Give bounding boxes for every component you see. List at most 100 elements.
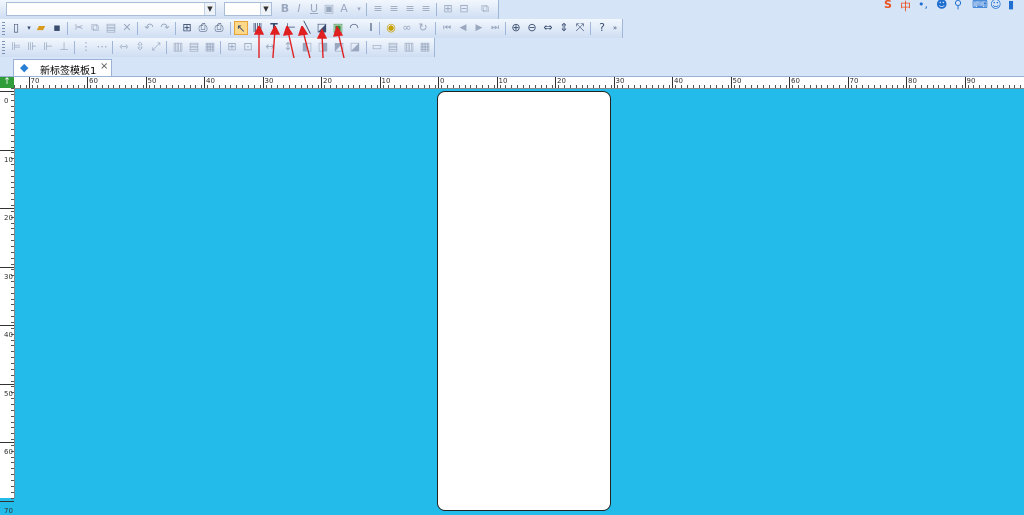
tab-label-template[interactable]: ◆ 新标签模板1 × xyxy=(13,59,112,77)
fit-width-icon[interactable]: ⇔ xyxy=(541,21,555,35)
panel-icon[interactable]: ▦ xyxy=(418,40,432,54)
font-size-combo[interactable]: ▼ xyxy=(224,2,272,16)
prev-icon[interactable]: ◀ xyxy=(456,21,470,35)
italic-icon[interactable]: I xyxy=(292,2,306,16)
ruler-tick-label: 0 xyxy=(4,97,9,105)
ruler-tick-label: 40 xyxy=(206,77,215,85)
toolbar-area: ▼ ▼ B I U ▣ A ▾ ≡ ≡ ≡ ≡ ⊞ ⊟ ⧉ S 中 •, ☻ ⚲… xyxy=(0,0,1024,58)
bold-icon[interactable]: B xyxy=(278,2,292,16)
ruler-tick-label: 10 xyxy=(4,155,13,164)
align-rights-icon[interactable]: ⊩ xyxy=(41,40,55,54)
vertical-ruler[interactable]: 0 10 20 30 40 50 60 70 xyxy=(0,88,15,515)
lock-position-icon[interactable]: ▭ xyxy=(370,40,384,54)
punctuation-icon[interactable]: •, xyxy=(918,0,928,11)
ruler-tick-label: 60 xyxy=(4,448,13,456)
separator xyxy=(220,41,221,54)
open-folder-icon[interactable]: ▰ xyxy=(34,21,48,35)
delete-icon[interactable]: ✕ xyxy=(120,21,134,35)
ungroup-icon[interactable]: ⊟ xyxy=(457,2,471,16)
user-icon[interactable]: ☺ xyxy=(990,0,1001,11)
ruler-tick-label: 50 xyxy=(4,389,13,398)
last-icon[interactable]: ⏭ xyxy=(488,21,502,35)
separator xyxy=(230,22,231,35)
background-color-icon[interactable]: ▣ xyxy=(322,2,336,16)
new-file-icon[interactable]: ▯ xyxy=(9,21,23,35)
align-left-icon[interactable]: ≡ xyxy=(371,2,385,16)
same-height-icon[interactable]: ⇳ xyxy=(133,40,147,54)
emoji-icon[interactable]: ☻ xyxy=(936,0,947,11)
align-center-icon[interactable]: ≡ xyxy=(387,2,401,16)
ruler-tick-label: 70 xyxy=(849,77,859,85)
align-centers-icon[interactable]: ⊪ xyxy=(25,40,39,54)
chinese-mode-icon[interactable]: 中 xyxy=(900,0,911,14)
keyboard-icon[interactable]: ⌨ xyxy=(972,0,988,11)
distribute-vertical-icon[interactable]: ⋯ xyxy=(95,40,109,54)
menu-icon[interactable]: ▮ xyxy=(1008,0,1014,11)
ruler-tick-label: 10 xyxy=(381,77,391,85)
binoculars-icon[interactable]: ∞ xyxy=(400,21,414,35)
justify-icon[interactable]: ≡ xyxy=(419,2,433,16)
order-icon[interactable]: ⧉ xyxy=(478,2,492,16)
zoom-out-icon[interactable]: ⊖ xyxy=(525,21,539,35)
undo-icon[interactable]: ↶ xyxy=(142,21,156,35)
close-icon[interactable]: × xyxy=(100,61,108,72)
same-width-icon[interactable]: ⇿ xyxy=(117,40,131,54)
grid-icon[interactable]: ⊞ xyxy=(225,40,239,54)
first-icon[interactable]: ⏮ xyxy=(440,21,454,35)
toolbar-grip[interactable] xyxy=(2,22,5,35)
separator xyxy=(166,41,167,54)
redo-icon[interactable]: ↷ xyxy=(158,21,172,35)
align-lefts-icon[interactable]: ⊫ xyxy=(9,40,23,54)
help-icon[interactable]: ? xyxy=(595,21,609,35)
copy-icon[interactable]: ⧉ xyxy=(88,21,102,35)
font-name-combo[interactable]: ▼ xyxy=(6,2,216,16)
save-icon[interactable]: ▪ xyxy=(50,21,64,35)
fit-page-icon[interactable]: ⤧ xyxy=(573,21,587,35)
align-right-icon[interactable]: ≡ xyxy=(403,2,417,16)
toolbar-grip[interactable] xyxy=(2,41,5,54)
properties-icon[interactable]: ▤ xyxy=(386,40,400,54)
paste-icon[interactable]: ▤ xyxy=(104,21,118,35)
horizontal-ruler[interactable]: 70 60 50 40 30 20 10 0 10 20 30 40 50 60 70 80 90 xyxy=(14,77,1024,89)
i-beam-icon[interactable]: I xyxy=(364,21,378,35)
align-bottoms-icon[interactable]: ⊥ xyxy=(57,40,71,54)
layers-icon[interactable]: ▥ xyxy=(402,40,416,54)
fit-height-icon[interactable]: ⇕ xyxy=(557,21,571,35)
font-color-icon[interactable]: A xyxy=(337,2,351,16)
group-icon[interactable]: ⊞ xyxy=(441,2,455,16)
label-canvas[interactable] xyxy=(437,91,611,511)
separator xyxy=(590,22,591,35)
center-vertical-icon[interactable]: ▤ xyxy=(187,40,201,54)
next-icon[interactable]: ▶ xyxy=(472,21,486,35)
chevron-down-icon[interactable]: ▾ xyxy=(352,2,366,16)
toolbar-overflow-icon[interactable]: » xyxy=(611,21,619,35)
separator xyxy=(74,41,75,54)
refresh-icon[interactable]: ↻ xyxy=(416,21,430,35)
ruler-tick-label: 50 xyxy=(732,77,742,85)
chevron-down-icon[interactable]: ▼ xyxy=(260,3,271,15)
print-icon[interactable]: ⎙ xyxy=(212,21,226,35)
ruler-tick-label: 20 xyxy=(557,77,566,85)
same-size-icon[interactable]: ⤢ xyxy=(149,40,163,54)
chevron-down-icon[interactable]: ▼ xyxy=(204,3,215,15)
ruler-tick-label: 80 xyxy=(908,77,917,85)
distribute-horizontal-icon[interactable]: ⋮ xyxy=(79,40,93,54)
separator xyxy=(435,22,436,35)
database-icon[interactable]: ◉ xyxy=(384,21,398,35)
microphone-icon[interactable]: ⚲ xyxy=(954,0,962,11)
center-horizontal-icon[interactable]: ▥ xyxy=(171,40,185,54)
center-both-icon[interactable]: ▦ xyxy=(203,40,217,54)
input-method-logo-icon[interactable]: S xyxy=(884,0,892,11)
cut-icon[interactable]: ✂ xyxy=(72,21,86,35)
separator xyxy=(505,22,506,35)
cursor-arrow-icon[interactable]: ↖ xyxy=(234,21,248,35)
separator xyxy=(366,3,367,16)
label-document-icon: ◆ xyxy=(20,61,29,74)
underline-icon[interactable]: U xyxy=(307,2,321,16)
zoom-in-icon[interactable]: ⊕ xyxy=(509,21,523,35)
table-icon[interactable]: ⊞ xyxy=(180,21,194,35)
send-back-icon[interactable]: ◪ xyxy=(348,40,362,54)
ruler-tick-label: 70 xyxy=(4,506,13,515)
ruler-origin-arrow-icon[interactable]: ↑ xyxy=(0,77,14,88)
print-preview-icon[interactable]: ⎙ xyxy=(196,21,210,35)
